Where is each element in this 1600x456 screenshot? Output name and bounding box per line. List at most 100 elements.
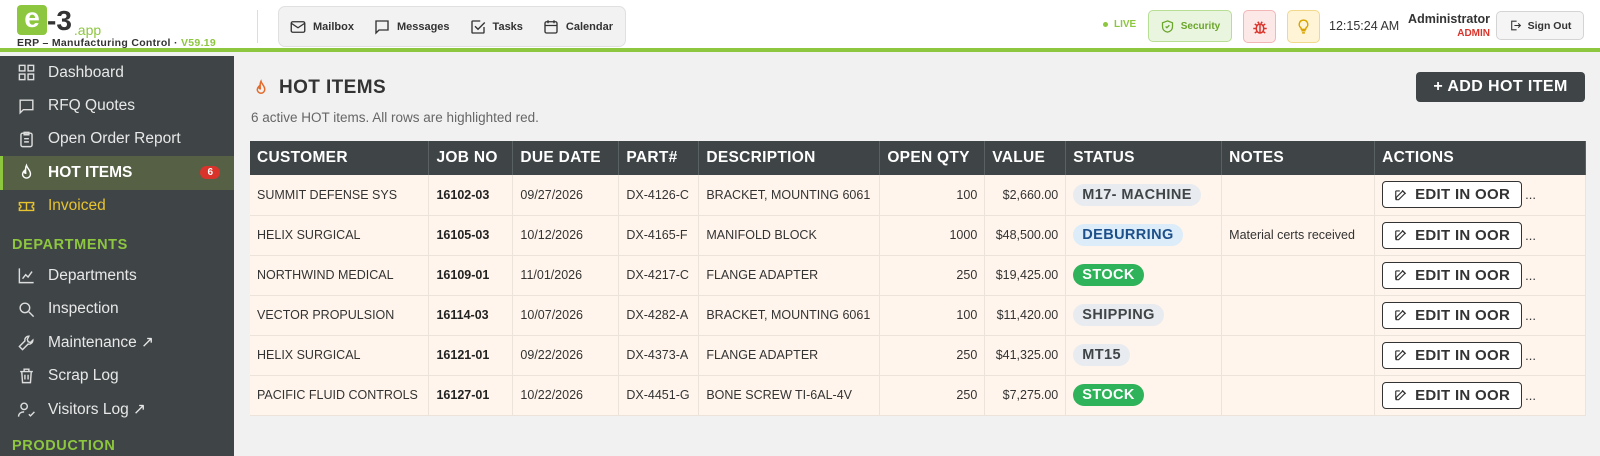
table-row[interactable]: VECTOR PROPULSION 16114-03 10/07/2026 DX-42… [250,295,1586,336]
more-actions-button[interactable]: ... [1525,388,1536,403]
cell-actions: EDIT IN OOR... [1374,255,1586,296]
user-info: Administrator ADMIN [1408,12,1490,39]
sidebar-item-hot-items[interactable]: HOT ITEMS 6 [0,156,234,190]
edit-in-oor-button[interactable]: EDIT IN OOR [1382,181,1523,209]
more-actions-button[interactable]: ... [1525,268,1536,283]
edit-in-oor-button[interactable]: EDIT IN OOR [1382,301,1523,329]
flame-icon [21,163,32,180]
nav-tasks[interactable]: Tasks [469,18,523,36]
mail-icon [290,20,306,33]
logo-number: -3 [47,5,72,36]
edit-in-oor-button[interactable]: EDIT IN OOR [1382,221,1523,249]
cell-description: BONE SCREW TI-6AL-4V [698,375,881,416]
cell-open-qty: 1000 [879,215,986,256]
cell-due-date: 09/22/2026 [512,335,620,376]
logo-domain: .app [73,22,102,38]
header-divider [257,10,258,43]
edit-in-oor-button[interactable]: EDIT IN OOR [1382,341,1523,369]
idea-button[interactable] [1287,10,1320,43]
sidebar-item-invoiced[interactable]: Invoiced [0,190,234,223]
table-row[interactable]: HELIX SURGICAL 16121-01 09/22/2026 DX-4373-… [250,335,1586,376]
col-value[interactable]: VALUE [984,141,1067,175]
sidebar-item-label: Dashboard [48,63,124,81]
col-job-no[interactable]: JOB NO [428,141,514,175]
sidebar-item-scrap-log[interactable]: Scrap Log [0,359,234,392]
more-actions-button[interactable]: ... [1525,308,1536,323]
cell-job-no: 16121-01 [428,335,514,376]
col-part[interactable]: PART# [618,141,700,175]
cell-open-qty: 250 [879,375,986,416]
top-header: e -3 .app ERP – Manufacturing Control · … [0,0,1600,52]
edit-in-oor-button[interactable]: EDIT IN OOR [1382,261,1523,289]
col-open-qty[interactable]: OPEN QTY [879,141,986,175]
col-due-date[interactable]: DUE DATE [512,141,620,175]
sidebar-item-label: Inspection [48,300,119,318]
subtitle-text: ERP – Manufacturing Control · [17,37,178,49]
quote-icon [19,99,34,115]
sidebar-item-label: Invoiced [48,197,106,215]
cell-status: DEBURRING [1065,215,1223,256]
status-badge: MT15 [1073,344,1130,366]
sidebar-item-rfq-quotes[interactable]: RFQ Quotes [0,89,234,122]
cell-due-date: 11/01/2026 [512,255,620,296]
col-customer[interactable]: CUSTOMER [250,141,430,175]
table-row[interactable]: SUMMIT DEFENSE SYS 16102-03 09/27/2026 DX-4… [250,175,1586,216]
cell-notes [1221,175,1376,216]
nav-mailbox[interactable]: Mailbox [289,18,354,36]
edit-button-label: EDIT IN OOR [1415,266,1511,284]
cell-part: DX-4282-A [618,295,700,336]
cell-open-qty: 100 [879,295,986,336]
table-row[interactable]: PACIFIC FLUID CONTROLS 16127-01 10/22/2026… [250,375,1586,416]
sidebar-item-visitors-log[interactable]: Visitors Log ↗ [0,393,234,426]
nav-mailbox-label: Mailbox [313,20,354,33]
app-subtitle: ERP – Manufacturing Control · V59.19 [17,37,216,49]
row-actions: EDIT IN OOR... [1382,341,1578,369]
sidebar-item-dashboard[interactable]: Dashboard [0,56,234,89]
row-actions: EDIT IN OOR... [1382,181,1578,209]
nav-calendar[interactable]: Calendar [542,18,613,36]
sidebar-item-open-order-report[interactable]: Open Order Report [0,123,234,156]
sign-out-label: Sign Out [1527,19,1572,32]
logo-mark: e [17,4,47,35]
add-hot-item-button[interactable]: + ADD HOT ITEM [1416,72,1585,102]
cell-status: STOCK [1065,375,1223,416]
sign-out-button[interactable]: Sign Out [1496,11,1584,40]
edit-icon [1395,269,1407,281]
sidebar-item-inspection[interactable]: Inspection [0,292,234,325]
col-description[interactable]: DESCRIPTION [698,141,881,175]
more-actions-button[interactable]: ... [1525,228,1536,243]
edit-button-label: EDIT IN OOR [1415,386,1511,404]
table-row[interactable]: NORTHWIND MEDICAL 16109-01 11/01/2026 DX-42… [250,255,1586,296]
edit-in-oor-button[interactable]: EDIT IN OOR [1382,381,1523,409]
sidebar: Dashboard RFQ Quotes Open Order Report H… [0,56,234,456]
table-row[interactable]: HELIX SURGICAL 16105-03 10/12/2026 DX-4165-… [250,215,1586,256]
sidebar-item-maintenance[interactable]: Maintenance ↗ [0,326,234,359]
sidebar-item-departments[interactable]: Departments [0,259,234,292]
col-status[interactable]: STATUS [1065,141,1223,175]
cell-description: BRACKET, MOUNTING 6061 [698,175,881,216]
cell-part: DX-4165-F [618,215,700,256]
security-button[interactable]: Security [1148,10,1232,42]
bug-report-button[interactable] [1243,10,1276,43]
app-logo[interactable]: e -3 .app [17,4,102,38]
row-actions: EDIT IN OOR... [1382,261,1578,289]
cell-value: $7,275.00 [984,375,1067,416]
calendar-icon [544,19,558,34]
edit-button-label: EDIT IN OOR [1415,306,1511,324]
more-actions-button[interactable]: ... [1525,348,1536,363]
live-dot-icon [1103,22,1108,27]
cell-status: SHIPPING [1065,295,1223,336]
nav-calendar-label: Calendar [565,20,613,33]
cell-due-date: 10/07/2026 [512,295,620,336]
more-actions-button[interactable]: ... [1525,187,1536,202]
sidebar-item-label: Departments [48,266,137,284]
lightbulb-icon [1298,19,1309,34]
hot-items-summary: 6 active HOT items. All rows are highlig… [251,110,539,125]
col-notes[interactable]: NOTES [1221,141,1376,175]
status-badge: M17- MACHINE [1073,183,1201,206]
cell-customer: HELIX SURGICAL [250,215,430,256]
page-title: HOT ITEMS [252,77,386,99]
cell-part: DX-4451-G [618,375,700,416]
quick-nav: Mailbox Messages Tasks Calendar [278,6,626,47]
nav-messages[interactable]: Messages [373,18,450,36]
